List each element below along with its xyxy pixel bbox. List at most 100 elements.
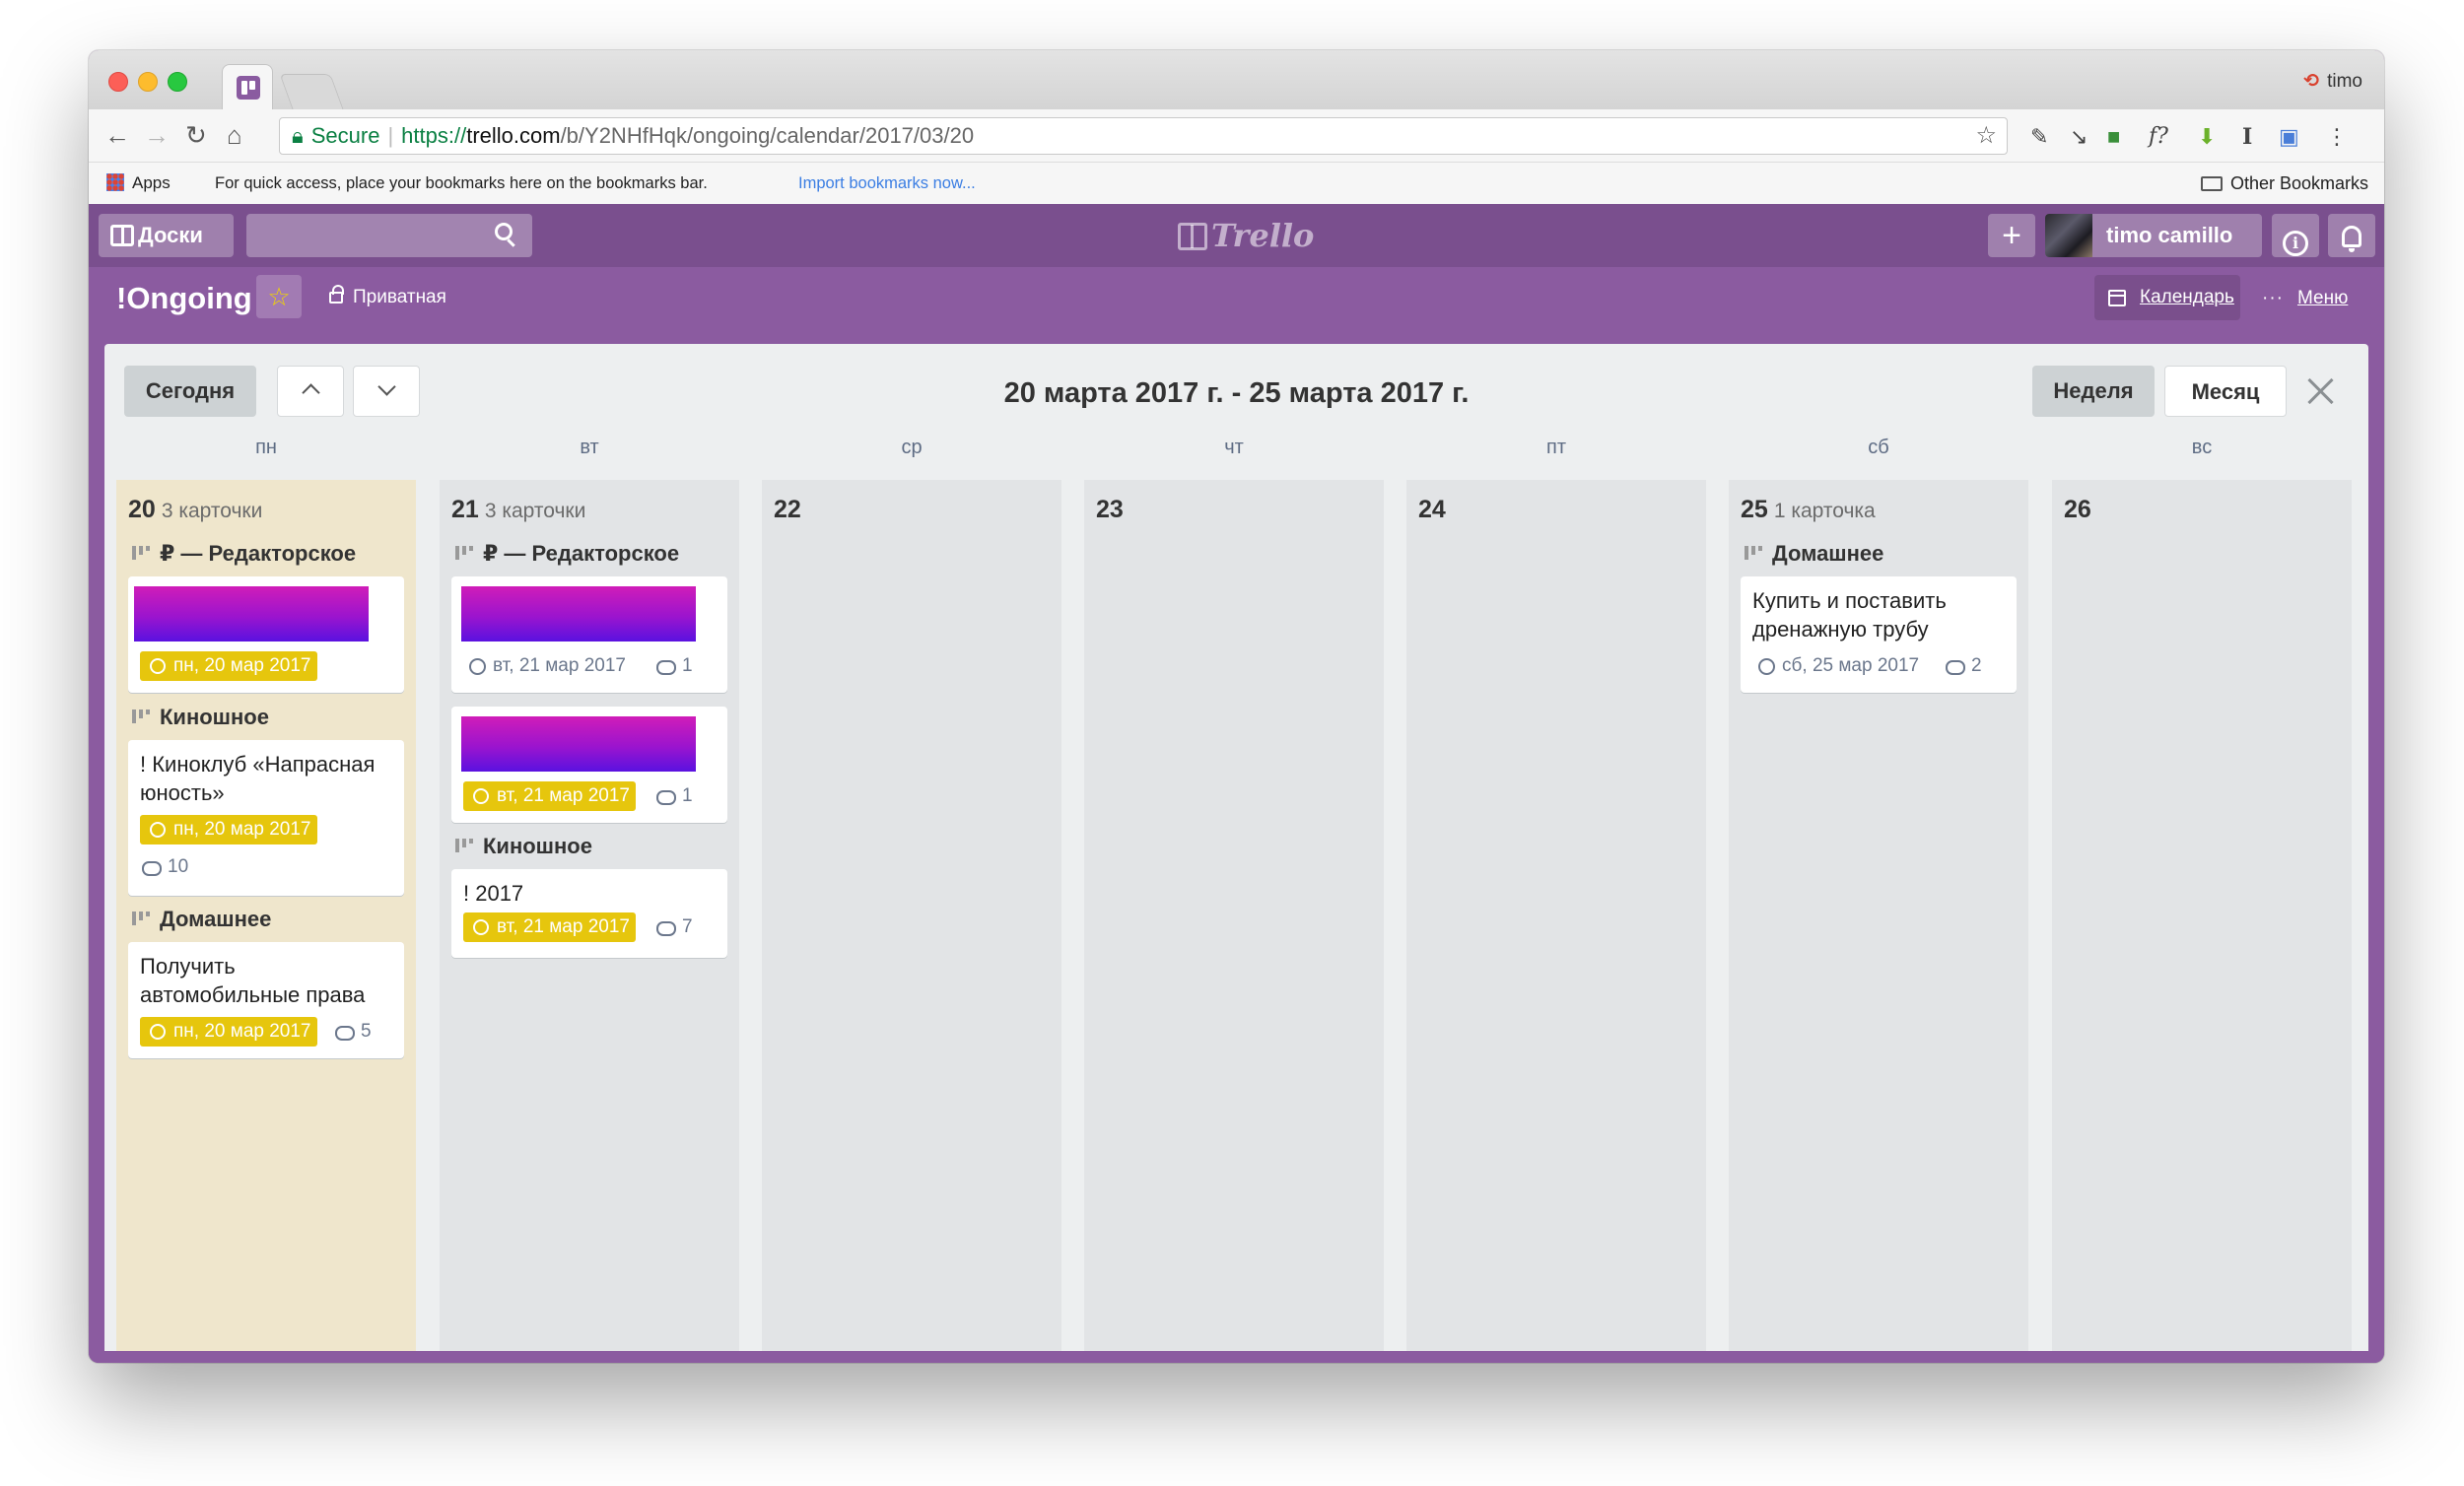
forward-arrow-icon[interactable]: → bbox=[144, 119, 170, 151]
day-column-fri[interactable]: 24 bbox=[1406, 480, 1706, 1351]
extension-pipe-icon[interactable]: ↘ bbox=[2070, 123, 2088, 151]
import-bookmarks-link[interactable]: Import bookmarks now... bbox=[798, 174, 976, 193]
weekday-label: чт bbox=[1224, 437, 1244, 458]
list-label: Домашнее bbox=[1745, 541, 1883, 567]
day-number: 21 3 карточки bbox=[451, 496, 586, 523]
card-cover bbox=[461, 586, 696, 642]
day-column-mon[interactable]: 20 3 карточки ₽ — Редакторское пн, 20 мар… bbox=[116, 480, 416, 1351]
notifications-button[interactable] bbox=[2328, 214, 2375, 257]
day-column-wed[interactable]: 22 bbox=[762, 480, 1061, 1351]
board-header: !Ongoing ☆ Приватная Календарь ··· Меню bbox=[89, 267, 2384, 328]
extension-download-icon[interactable]: ⬇ bbox=[2198, 123, 2216, 151]
day-number: 26 bbox=[2064, 496, 2091, 523]
zoom-window-button[interactable] bbox=[168, 72, 187, 92]
star-icon: ☆ bbox=[267, 282, 291, 311]
home-icon[interactable]: ⌂ bbox=[227, 119, 242, 151]
browser-menu-icon[interactable]: ⋮ bbox=[2326, 123, 2348, 151]
board-title[interactable]: !Ongoing bbox=[116, 281, 252, 316]
comments-badge: 1 bbox=[654, 651, 693, 681]
folder-icon bbox=[2200, 176, 2223, 191]
bookmark-star-icon[interactable]: ☆ bbox=[1975, 118, 1997, 154]
calendar-icon bbox=[2108, 290, 2126, 306]
calendar-power-up-button[interactable]: Календарь bbox=[2094, 275, 2240, 320]
boards-icon bbox=[110, 225, 134, 246]
back-arrow-icon[interactable]: ← bbox=[104, 119, 130, 151]
info-button[interactable]: i bbox=[2272, 214, 2319, 257]
day-column-thu[interactable]: 23 bbox=[1084, 480, 1384, 1351]
lock-icon: 🔒︎ bbox=[292, 123, 304, 148]
list-icon bbox=[455, 839, 473, 852]
search-input[interactable] bbox=[246, 214, 532, 257]
weekday-label: ср bbox=[901, 437, 923, 458]
browser-tab-trello[interactable] bbox=[222, 64, 273, 109]
day-number: 20 3 карточки bbox=[128, 496, 263, 523]
list-label: Домашнее bbox=[132, 907, 271, 932]
bookmarks-hint: For quick access, place your bookmarks h… bbox=[215, 174, 708, 192]
weekday-header: пн вт ср чт пт сб вс bbox=[104, 437, 2368, 466]
more-dots-icon: ··· bbox=[2262, 288, 2284, 308]
list-icon bbox=[455, 546, 473, 560]
extension-feather-icon[interactable]: ✎ bbox=[2030, 123, 2048, 151]
star-board-button[interactable]: ☆ bbox=[256, 275, 302, 318]
list-icon bbox=[1745, 546, 1762, 560]
due-badge: вт, 21 мар 2017 bbox=[463, 781, 636, 811]
new-tab-button[interactable] bbox=[279, 74, 344, 109]
calendar-card[interactable]: ! 2017 вт, 21 мар 2017 7 bbox=[451, 869, 727, 958]
day-column-sat[interactable]: 25 1 карточка Домашнее Купить и поставить… bbox=[1729, 480, 2028, 1351]
trello-logo[interactable]: Trello bbox=[1178, 218, 1314, 253]
calendar-card[interactable]: Получить автомобильные права пн, 20 мар … bbox=[128, 942, 404, 1058]
calendar-card[interactable]: вт, 21 мар 2017 1 bbox=[451, 707, 727, 823]
calendar-card[interactable]: пн, 20 мар 2017 bbox=[128, 576, 404, 693]
calendar-card[interactable]: Купить и поставить дренажную трубу сб, 2… bbox=[1741, 576, 2017, 693]
user-menu-button[interactable]: timo camillo bbox=[2045, 214, 2262, 257]
apps-shortcut[interactable]: Apps bbox=[106, 173, 171, 193]
list-icon bbox=[132, 912, 150, 925]
minimize-window-button[interactable] bbox=[138, 72, 158, 92]
card-title: Купить и поставить дренажную трубу bbox=[1752, 588, 1947, 642]
show-menu-button[interactable]: ··· Меню bbox=[2262, 288, 2348, 309]
weekday-label: вт bbox=[580, 437, 599, 458]
visibility-button[interactable]: Приватная bbox=[329, 285, 446, 308]
date-badge: сб, 25 мар 2017 bbox=[1754, 651, 1919, 681]
day-column-sun[interactable]: 26 bbox=[2052, 480, 2352, 1351]
sync-icon: ⟲ bbox=[2303, 71, 2320, 92]
calendar-card[interactable]: вт, 21 мар 2017 1 bbox=[451, 576, 727, 693]
comments-badge: 10 bbox=[140, 852, 188, 882]
browser-profile[interactable]: ⟲ timo bbox=[2303, 70, 2362, 93]
weekday-label: пт bbox=[1546, 437, 1566, 458]
avatar bbox=[2045, 214, 2092, 257]
other-bookmarks[interactable]: Other Bookmarks bbox=[2200, 173, 2368, 194]
close-calendar-icon[interactable] bbox=[2302, 373, 2338, 409]
date-badge: вт, 21 мар 2017 bbox=[465, 651, 626, 681]
due-badge: вт, 21 мар 2017 bbox=[463, 912, 636, 942]
weekday-label: пн bbox=[255, 437, 277, 458]
comments-badge: 7 bbox=[654, 912, 693, 942]
card-title: ! Киноклуб «Напрасная юность» bbox=[140, 752, 376, 805]
week-view-button[interactable]: Неделя bbox=[2032, 366, 2155, 417]
lock-icon bbox=[329, 285, 344, 304]
day-number: 24 bbox=[1418, 496, 1446, 523]
weekday-label: вс bbox=[2191, 437, 2213, 458]
apps-grid-icon bbox=[106, 173, 124, 191]
list-label: Киношное bbox=[455, 834, 592, 859]
add-button[interactable]: + bbox=[1988, 214, 2035, 257]
boards-button[interactable]: Доски bbox=[99, 214, 234, 257]
day-column-tue[interactable]: 21 3 карточки ₽ — Редакторское вт, 21 мар… bbox=[440, 480, 739, 1351]
extension-instapaper-icon[interactable]: I bbox=[2242, 123, 2252, 151]
extension-evernote-icon[interactable]: ■ bbox=[2107, 123, 2120, 151]
extension-formula-icon[interactable]: f? bbox=[2149, 123, 2168, 151]
close-window-button[interactable] bbox=[108, 72, 128, 92]
list-label: Киношное bbox=[132, 705, 269, 730]
search-icon[interactable] bbox=[495, 223, 513, 240]
month-view-button[interactable]: Месяц bbox=[2164, 366, 2287, 417]
calendar-card[interactable]: ! Киноклуб «Напрасная юность» пн, 20 мар… bbox=[128, 740, 404, 896]
extension-translate-icon[interactable]: ▣ bbox=[2279, 123, 2299, 151]
trello-mark-icon bbox=[1178, 223, 1207, 250]
window-bottom-rim bbox=[89, 1351, 2384, 1363]
comments-badge: 1 bbox=[654, 781, 693, 811]
reload-icon[interactable]: ↻ bbox=[185, 119, 207, 151]
address-bar[interactable]: 🔒︎ Secure | https://trello.com/b/Y2NHfHqk/o… bbox=[279, 117, 2008, 155]
browser-toolbar: ← → ↻ ⌂ 🔒︎ Secure | https://trello.com/b/Y2… bbox=[89, 109, 2384, 163]
card-title: Получить автомобильные права bbox=[140, 954, 366, 1007]
card-cover bbox=[134, 586, 369, 642]
